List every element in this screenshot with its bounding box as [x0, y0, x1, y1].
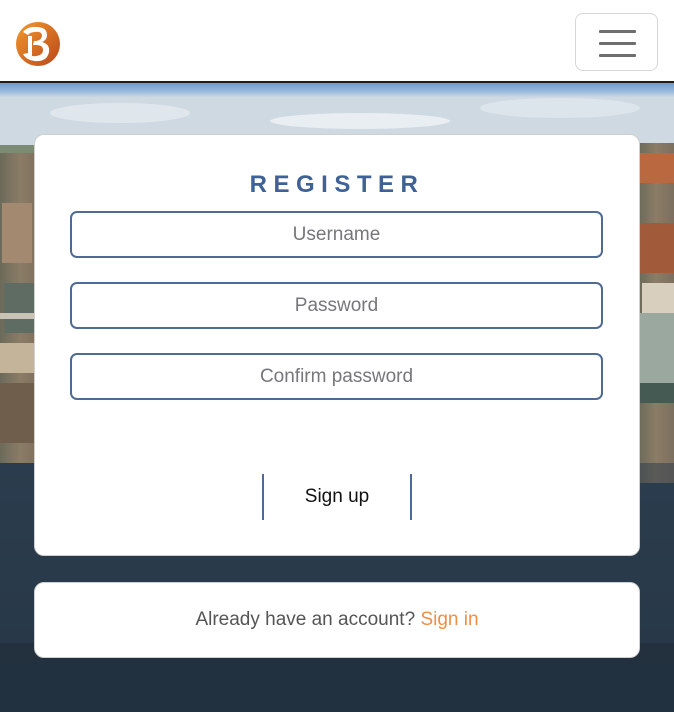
brand-logo[interactable]: [14, 20, 62, 68]
confirm-password-input[interactable]: [70, 353, 603, 400]
hamburger-menu-icon-bar: [599, 42, 636, 45]
sign-up-button[interactable]: Sign up: [262, 474, 412, 520]
signin-prompt-line: Already have an account? Sign in: [0, 608, 674, 632]
hamburger-menu-icon-bar: [599, 54, 636, 57]
password-input[interactable]: [70, 282, 603, 329]
menu-toggle-button[interactable]: [575, 13, 658, 71]
hamburger-menu-icon: [599, 30, 636, 33]
register-title: REGISTER: [249, 171, 425, 198]
top-navbar: [0, 0, 674, 83]
brand-logo-icon: [16, 22, 60, 66]
signin-prompt-text: Already have an account?: [195, 609, 416, 630]
sign-in-link[interactable]: Sign in: [420, 609, 478, 630]
username-input[interactable]: [70, 211, 603, 258]
